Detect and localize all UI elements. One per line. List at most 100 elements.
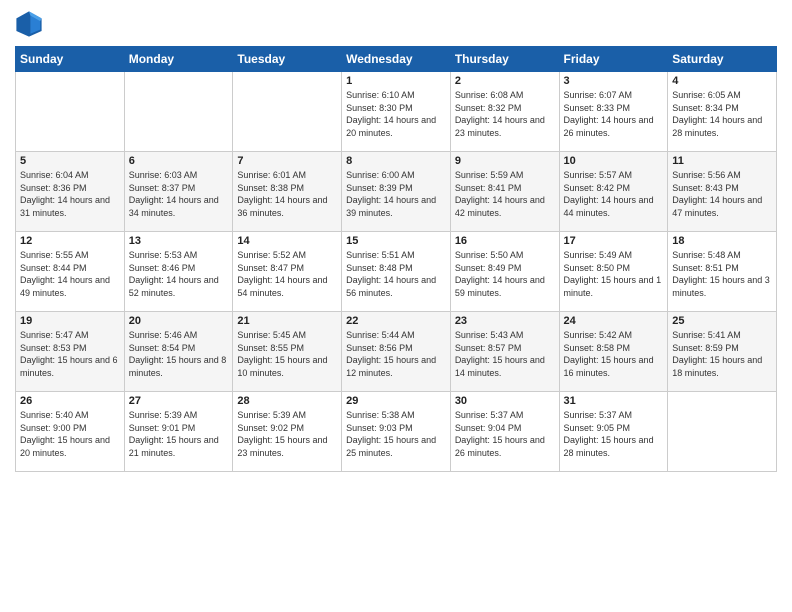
day-number: 28 (237, 395, 337, 407)
day-number: 23 (455, 315, 555, 327)
day-number: 18 (672, 235, 772, 247)
calendar-cell: 2 Sunrise: 6:08 AM Sunset: 8:32 PM Daylig… (450, 72, 559, 152)
day-detail: Sunrise: 5:55 AM Sunset: 8:44 PM Dayligh… (20, 249, 120, 299)
day-detail: Sunrise: 5:47 AM Sunset: 8:53 PM Dayligh… (20, 329, 120, 379)
day-detail: Sunrise: 5:44 AM Sunset: 8:56 PM Dayligh… (346, 329, 446, 379)
calendar-cell (124, 72, 233, 152)
day-number: 9 (455, 155, 555, 167)
weekday-header-wednesday: Wednesday (342, 47, 451, 72)
calendar-cell: 29 Sunrise: 5:38 AM Sunset: 9:03 PM Dayli… (342, 392, 451, 472)
calendar-cell: 25 Sunrise: 5:41 AM Sunset: 8:59 PM Dayli… (668, 312, 777, 392)
day-number: 13 (129, 235, 229, 247)
day-detail: Sunrise: 5:38 AM Sunset: 9:03 PM Dayligh… (346, 409, 446, 459)
calendar-cell: 13 Sunrise: 5:53 AM Sunset: 8:46 PM Dayli… (124, 232, 233, 312)
day-number: 26 (20, 395, 120, 407)
day-number: 1 (346, 75, 446, 87)
day-detail: Sunrise: 6:05 AM Sunset: 8:34 PM Dayligh… (672, 89, 772, 139)
day-detail: Sunrise: 5:52 AM Sunset: 8:47 PM Dayligh… (237, 249, 337, 299)
calendar-cell: 1 Sunrise: 6:10 AM Sunset: 8:30 PM Daylig… (342, 72, 451, 152)
calendar-cell: 16Sunrise: 5:50 AM Sunset: 8:49 PM Dayli… (450, 232, 559, 312)
calendar-cell: 14 Sunrise: 5:52 AM Sunset: 8:47 PM Dayli… (233, 232, 342, 312)
day-detail: Sunrise: 5:40 AM Sunset: 9:00 PM Dayligh… (20, 409, 120, 459)
calendar-cell: 28 Sunrise: 5:39 AM Sunset: 9:02 PM Dayli… (233, 392, 342, 472)
day-number: 10 (564, 155, 664, 167)
calendar-cell: 8 Sunrise: 6:00 AM Sunset: 8:39 PM Daylig… (342, 152, 451, 232)
calendar-cell: 20 Sunrise: 5:46 AM Sunset: 8:54 PM Dayli… (124, 312, 233, 392)
calendar-cell: 10Sunrise: 5:57 AM Sunset: 8:42 PM Dayli… (559, 152, 668, 232)
day-detail: Sunrise: 6:03 AM Sunset: 8:37 PM Dayligh… (129, 169, 229, 219)
day-number: 6 (129, 155, 229, 167)
calendar-cell: 23Sunrise: 5:43 AM Sunset: 8:57 PM Dayli… (450, 312, 559, 392)
day-number: 29 (346, 395, 446, 407)
day-number: 22 (346, 315, 446, 327)
day-number: 5 (20, 155, 120, 167)
calendar-week-row: 19 Sunrise: 5:47 AM Sunset: 8:53 PM Dayli… (16, 312, 777, 392)
day-number: 14 (237, 235, 337, 247)
day-number: 2 (455, 75, 555, 87)
day-number: 21 (237, 315, 337, 327)
day-detail: Sunrise: 5:41 AM Sunset: 8:59 PM Dayligh… (672, 329, 772, 379)
page: SundayMondayTuesdayWednesdayThursdayFrid… (0, 0, 792, 612)
day-number: 20 (129, 315, 229, 327)
logo-icon (15, 10, 43, 38)
weekday-header-monday: Monday (124, 47, 233, 72)
calendar-cell: 5 Sunrise: 6:04 AM Sunset: 8:36 PM Daylig… (16, 152, 125, 232)
weekday-header-sunday: Sunday (16, 47, 125, 72)
calendar-cell: 17 Sunrise: 5:49 AM Sunset: 8:50 PM Dayli… (559, 232, 668, 312)
weekday-header-row: SundayMondayTuesdayWednesdayThursdayFrid… (16, 47, 777, 72)
calendar-cell (668, 392, 777, 472)
day-number: 17 (564, 235, 664, 247)
day-detail: Sunrise: 5:39 AM Sunset: 9:02 PM Dayligh… (237, 409, 337, 459)
calendar-cell: 22 Sunrise: 5:44 AM Sunset: 8:56 PM Dayli… (342, 312, 451, 392)
day-detail: Sunrise: 5:53 AM Sunset: 8:46 PM Dayligh… (129, 249, 229, 299)
calendar-week-row: 12 Sunrise: 5:55 AM Sunset: 8:44 PM Dayli… (16, 232, 777, 312)
day-number: 24 (564, 315, 664, 327)
calendar-cell: 11 Sunrise: 5:56 AM Sunset: 8:43 PM Dayli… (668, 152, 777, 232)
header (15, 10, 777, 38)
day-detail: Sunrise: 6:01 AM Sunset: 8:38 PM Dayligh… (237, 169, 337, 219)
day-number: 4 (672, 75, 772, 87)
day-detail: Sunrise: 5:46 AM Sunset: 8:54 PM Dayligh… (129, 329, 229, 379)
day-number: 8 (346, 155, 446, 167)
weekday-header-friday: Friday (559, 47, 668, 72)
calendar-cell: 7 Sunrise: 6:01 AM Sunset: 8:38 PM Daylig… (233, 152, 342, 232)
day-number: 19 (20, 315, 120, 327)
day-detail: Sunrise: 5:39 AM Sunset: 9:01 PM Dayligh… (129, 409, 229, 459)
day-number: 27 (129, 395, 229, 407)
day-number: 15 (346, 235, 446, 247)
day-detail: Sunrise: 6:10 AM Sunset: 8:30 PM Dayligh… (346, 89, 446, 139)
calendar-cell: 3 Sunrise: 6:07 AM Sunset: 8:33 PM Daylig… (559, 72, 668, 152)
day-number: 25 (672, 315, 772, 327)
calendar-cell: 18 Sunrise: 5:48 AM Sunset: 8:51 PM Dayli… (668, 232, 777, 312)
day-detail: Sunrise: 5:37 AM Sunset: 9:04 PM Dayligh… (455, 409, 555, 459)
weekday-header-thursday: Thursday (450, 47, 559, 72)
day-detail: Sunrise: 5:56 AM Sunset: 8:43 PM Dayligh… (672, 169, 772, 219)
calendar-cell (233, 72, 342, 152)
day-number: 30 (455, 395, 555, 407)
calendar-cell: 27 Sunrise: 5:39 AM Sunset: 9:01 PM Dayli… (124, 392, 233, 472)
day-detail: Sunrise: 5:48 AM Sunset: 8:51 PM Dayligh… (672, 249, 772, 299)
calendar-cell: 31 Sunrise: 5:37 AM Sunset: 9:05 PM Dayli… (559, 392, 668, 472)
day-detail: Sunrise: 6:04 AM Sunset: 8:36 PM Dayligh… (20, 169, 120, 219)
day-number: 16 (455, 235, 555, 247)
day-detail: Sunrise: 5:42 AM Sunset: 8:58 PM Dayligh… (564, 329, 664, 379)
day-detail: Sunrise: 5:49 AM Sunset: 8:50 PM Dayligh… (564, 249, 664, 299)
day-number: 11 (672, 155, 772, 167)
weekday-header-saturday: Saturday (668, 47, 777, 72)
day-number: 3 (564, 75, 664, 87)
day-detail: Sunrise: 6:00 AM Sunset: 8:39 PM Dayligh… (346, 169, 446, 219)
day-detail: Sunrise: 6:08 AM Sunset: 8:32 PM Dayligh… (455, 89, 555, 139)
logo (15, 10, 47, 38)
calendar-cell (16, 72, 125, 152)
day-detail: Sunrise: 5:59 AM Sunset: 8:41 PM Dayligh… (455, 169, 555, 219)
day-number: 7 (237, 155, 337, 167)
day-number: 31 (564, 395, 664, 407)
calendar-cell: 6 Sunrise: 6:03 AM Sunset: 8:37 PM Daylig… (124, 152, 233, 232)
weekday-header-tuesday: Tuesday (233, 47, 342, 72)
day-number: 12 (20, 235, 120, 247)
calendar-cell: 12 Sunrise: 5:55 AM Sunset: 8:44 PM Dayli… (16, 232, 125, 312)
calendar-week-row: 5 Sunrise: 6:04 AM Sunset: 8:36 PM Daylig… (16, 152, 777, 232)
day-detail: Sunrise: 5:51 AM Sunset: 8:48 PM Dayligh… (346, 249, 446, 299)
day-detail: Sunrise: 6:07 AM Sunset: 8:33 PM Dayligh… (564, 89, 664, 139)
day-detail: Sunrise: 5:37 AM Sunset: 9:05 PM Dayligh… (564, 409, 664, 459)
